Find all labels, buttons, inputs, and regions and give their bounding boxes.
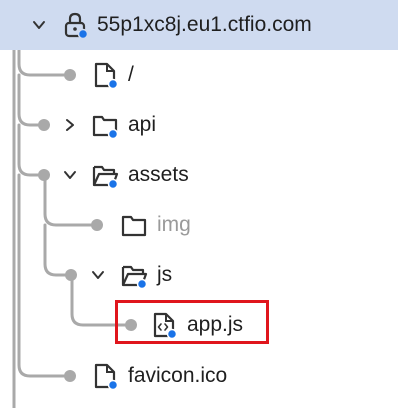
chevron-down-icon[interactable] (31, 17, 47, 33)
chevron-down-icon[interactable] (90, 267, 106, 283)
file-icon (94, 363, 119, 390)
tree-item-js[interactable]: js (0, 250, 398, 300)
tree-item-img[interactable]: img (0, 200, 398, 250)
chevron-right-icon[interactable] (62, 117, 78, 133)
tree-item-label: assets (128, 163, 189, 186)
tree-row-domain[interactable]: 55p1xc8j.eu1.ctfio.com (0, 0, 398, 50)
domain-label: 55p1xc8j.eu1.ctfio.com (97, 13, 312, 36)
folder-icon (92, 115, 119, 139)
folder-open-icon (92, 165, 119, 189)
tree-item-root-file[interactable]: / (0, 50, 398, 100)
tree-item-assets[interactable]: assets (0, 150, 398, 200)
tree-item-label: img (157, 213, 191, 236)
tree-item-api[interactable]: api (0, 100, 398, 150)
tree-item-label: js (157, 263, 173, 286)
file-icon (94, 62, 119, 89)
site-tree: 55p1xc8j.eu1.ctfio.com / api assets img … (0, 0, 398, 408)
folder-open-icon (121, 265, 148, 289)
tree-item-favicon[interactable]: favicon.ico (0, 351, 398, 401)
tree-item-label: api (128, 113, 157, 136)
folder-icon (121, 215, 147, 237)
tree-item-label: / (128, 63, 134, 86)
selection-highlight-box (115, 300, 269, 344)
tree-item-label: favicon.ico (128, 364, 228, 387)
chevron-down-icon[interactable] (62, 167, 78, 183)
lock-icon (64, 12, 89, 39)
